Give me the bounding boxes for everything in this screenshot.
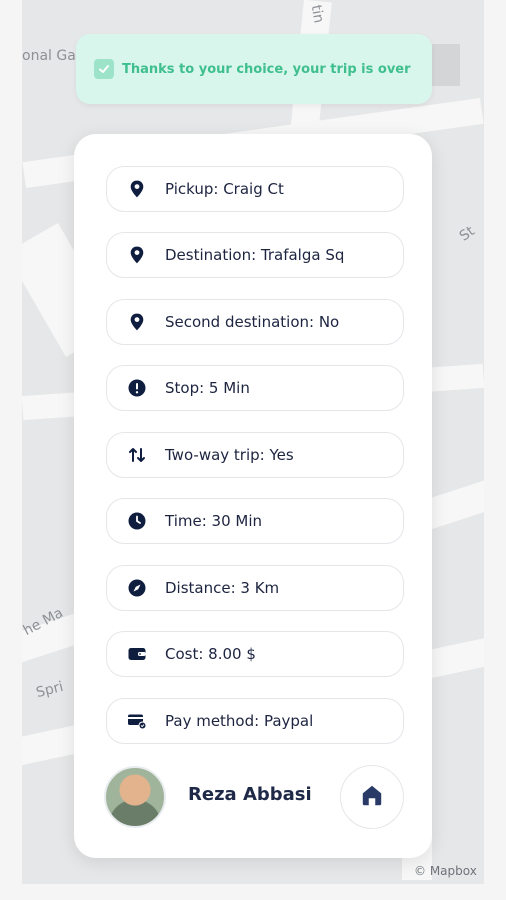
detail-time: Time: 30 Min	[106, 498, 404, 544]
check-icon	[94, 59, 114, 79]
map-label: onal Ga	[22, 48, 76, 64]
compass-icon	[127, 578, 147, 598]
home-button[interactable]	[340, 765, 404, 829]
detail-pickup: Pickup: Craig Ct	[106, 166, 404, 212]
location-pin-icon	[127, 245, 147, 265]
bottom-margin	[0, 884, 506, 900]
map-attribution[interactable]: © Mapbox	[414, 864, 477, 878]
location-pin-icon	[127, 312, 147, 332]
map-label: tin	[307, 3, 327, 25]
clock-icon	[127, 511, 147, 531]
map-label: Spri	[34, 678, 65, 702]
driver-name: Reza Abbasi	[188, 784, 312, 805]
detail-label: Pay method: Paypal	[165, 712, 314, 730]
toast-shadow	[432, 44, 460, 86]
detail-label: Stop: 5 Min	[165, 379, 250, 397]
home-icon	[359, 782, 385, 812]
detail-second-destination: Second destination: No	[106, 299, 404, 345]
detail-label: Second destination: No	[165, 313, 340, 331]
card-payment-icon	[127, 711, 147, 731]
detail-cost: Cost: 8.00 $	[106, 631, 404, 677]
detail-label: Time: 30 Min	[165, 512, 263, 530]
detail-stop: Stop: 5 Min	[106, 365, 404, 411]
alert-icon	[127, 378, 147, 398]
left-margin	[0, 0, 22, 900]
swap-arrows-icon	[127, 445, 147, 465]
detail-pay-method: Pay method: Paypal	[106, 698, 404, 744]
map-label: St	[456, 223, 478, 245]
detail-destination: Destination: Trafalga Sq	[106, 232, 404, 278]
avatar[interactable]	[104, 766, 166, 828]
detail-label: Destination: Trafalga Sq	[165, 246, 345, 264]
wallet-icon	[127, 644, 147, 664]
detail-label: Distance: 3 Km	[165, 579, 280, 597]
trip-complete-toast: Thanks to your choice, your trip is over	[76, 34, 432, 104]
toast-message: Thanks to your choice, your trip is over	[122, 61, 411, 77]
detail-label: Two-way trip: Yes	[165, 446, 294, 464]
location-pin-icon	[127, 179, 147, 199]
detail-distance: Distance: 3 Km	[106, 565, 404, 611]
right-margin	[484, 0, 506, 900]
detail-two-way: Two-way trip: Yes	[106, 432, 404, 478]
trip-summary-card: Pickup: Craig Ct Destination: Trafalga S…	[74, 134, 432, 858]
detail-label: Pickup: Craig Ct	[165, 180, 284, 198]
detail-label: Cost: 8.00 $	[165, 645, 256, 663]
